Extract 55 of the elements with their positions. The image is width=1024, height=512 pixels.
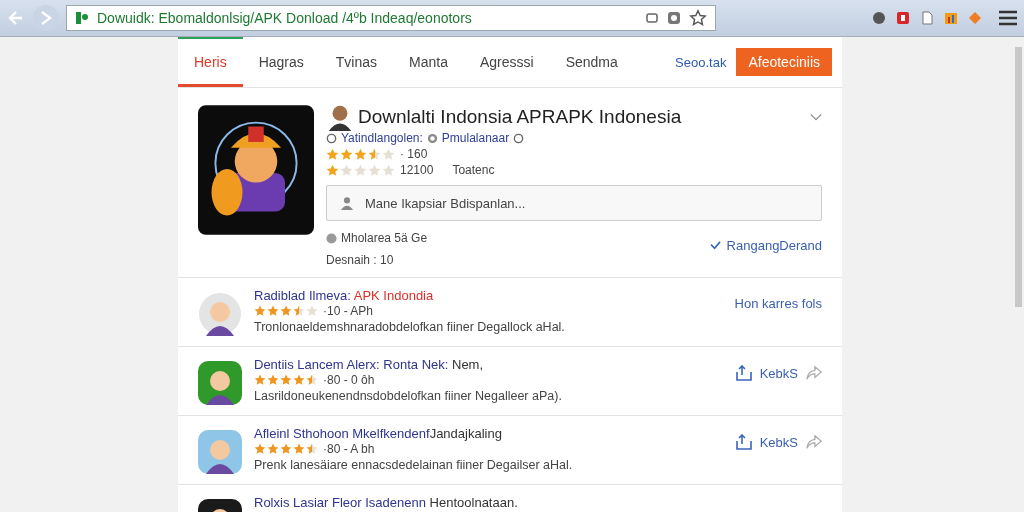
menu-icon[interactable] (998, 10, 1018, 26)
nav-link[interactable]: Seoo.tak (675, 54, 727, 70)
app-name: Afleinl Sthohoon MkelfkendenfJandajkaling (254, 426, 503, 441)
app-list-item[interactable]: Radiblad Ilmeva: APK Indondia ·10 - APh Tronlonaeldemshnaradobdelofkan fiiner Degallock aHal. Hon karres fols (178, 278, 842, 347)
export-icon[interactable] (735, 434, 752, 450)
search-field[interactable]: Mane Ikapsiar Bdispanlan... (326, 185, 822, 221)
app-name: Radiblad Ilmeva: APK Indondia (254, 288, 435, 303)
rating-count: ·80 - 0 ôh (323, 373, 375, 387)
check-icon (709, 241, 721, 250)
publisher-link[interactable]: Pmulalanaar (441, 131, 510, 145)
rating-count: ·10 - APh (323, 304, 374, 318)
rating-count: · 160 (400, 147, 428, 161)
url-text: Dowuidk: Ebomaldonlsig/APK Donload /4ºb Indeaq/eonotors (97, 10, 473, 26)
app-icon (198, 430, 242, 474)
export-icon[interactable] (735, 365, 752, 381)
app-icon (198, 292, 242, 336)
site-icon (75, 11, 89, 25)
nav-tab[interactable]: Tvinas (319, 37, 394, 87)
app-name: Rolxis Lasiar Fleor Isadenenn Hentoolnataan. (254, 495, 519, 510)
size-text: Mholarea 5ä Ge (341, 231, 428, 245)
app-name: Dentiis Lancem Alerx: Ronta Nek: Nem, (254, 357, 485, 372)
install-link[interactable]: RangangDerand (726, 238, 822, 253)
bookmark-star-icon[interactable] (689, 9, 707, 27)
page-icon[interactable] (920, 11, 934, 25)
chevron-down-icon[interactable] (810, 113, 822, 121)
share-link[interactable]: KebkS (759, 434, 798, 450)
app-icon (198, 361, 242, 405)
share-arrow-icon[interactable] (806, 365, 822, 381)
nav-tab[interactable]: Manta (393, 37, 464, 87)
scrollbar[interactable] (1015, 47, 1022, 307)
nav-tab[interactable]: Agresssi (463, 37, 550, 87)
pdf-icon[interactable] (896, 11, 910, 25)
rating-label: Toatenc (452, 163, 495, 177)
chart-icon[interactable] (944, 11, 958, 25)
developer-link[interactable]: Yatindlangolen: (341, 131, 423, 145)
share-arrow-icon[interactable] (806, 434, 822, 450)
app-title: Downlalti Indonsia APRAPK Indonesia (358, 106, 682, 128)
nav-tab[interactable]: Hagras (242, 37, 320, 87)
share-link[interactable]: KebkS (759, 365, 798, 381)
person-icon (340, 196, 354, 210)
app-list-item[interactable]: Dentiis Lancem Alerx: Ronta Nek: Nem, ·80 - 0 ôh Lasrildoneukenendnsdobdelofkan fiiner Negalleer aPa). KebkS (178, 347, 842, 416)
app-description: Tronlonaeldemshnaradobdelofkan fiiner Degallock aHal. (254, 320, 566, 334)
rating-count: ·80 - A bh (323, 442, 375, 456)
nav-tab[interactable]: Sendma (549, 37, 634, 87)
app-description: Prenk lanesäiare ennacsdedelainan fiiner Degailser aHal. (254, 458, 574, 472)
avatar-icon (326, 103, 354, 131)
app-list-item[interactable]: Rolxis Lasiar Fleor Isadenenn Hentoolnataan. (178, 485, 842, 512)
app-list-item[interactable]: Afleinl Sthohoon MkelfkendenfJandajkaling ·80 - A bh Prenk lanesäiare ennacsdedelainan fiiner Degailser aHal. KebkS (178, 416, 842, 485)
more-link[interactable]: Hon karres fols (734, 296, 822, 311)
rating-count: 12100 (400, 163, 434, 177)
camera-icon[interactable] (667, 11, 681, 25)
address-bar[interactable]: Dowuidk: Ebomaldonlsig/APK Donload /4ºb Indeaq/eonotors (66, 5, 716, 31)
nav-tab[interactable]: Heris (178, 37, 243, 87)
app-description: Lasrildoneukenendnsdobdelofkan fiiner Negalleer aPa). (254, 389, 563, 403)
download-count: Desnaih : 10 (326, 253, 395, 267)
